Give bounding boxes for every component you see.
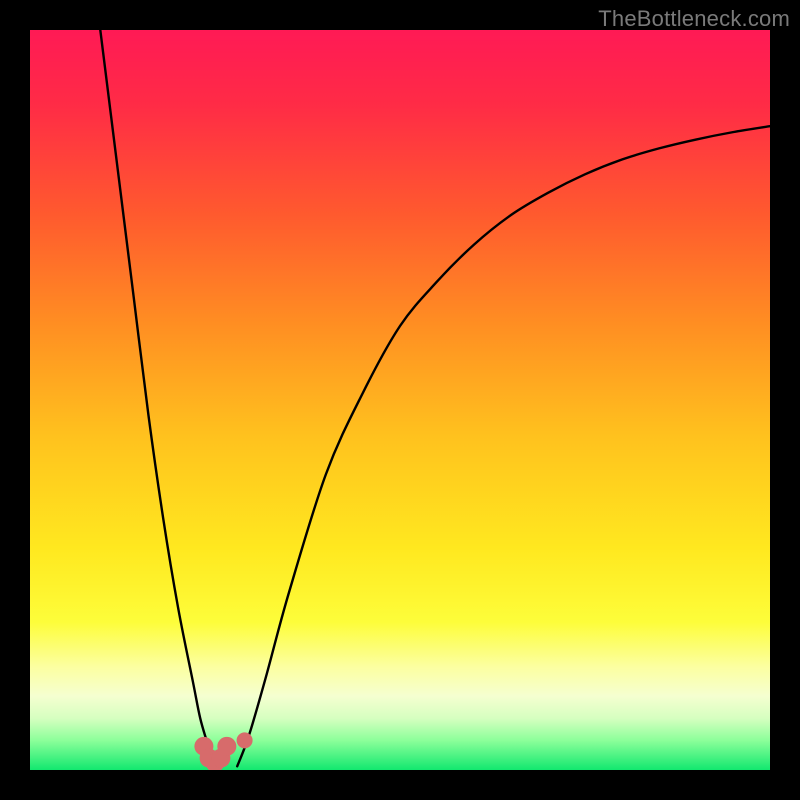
valley-marker-dot xyxy=(217,737,236,756)
plot-area xyxy=(30,30,770,770)
curve-left-branch xyxy=(100,30,215,766)
curve-layer xyxy=(30,30,770,770)
valley-marker-dot xyxy=(237,732,253,748)
curve-right-branch xyxy=(237,126,770,766)
watermark-label: TheBottleneck.com xyxy=(598,6,790,32)
chart-frame: TheBottleneck.com xyxy=(0,0,800,800)
